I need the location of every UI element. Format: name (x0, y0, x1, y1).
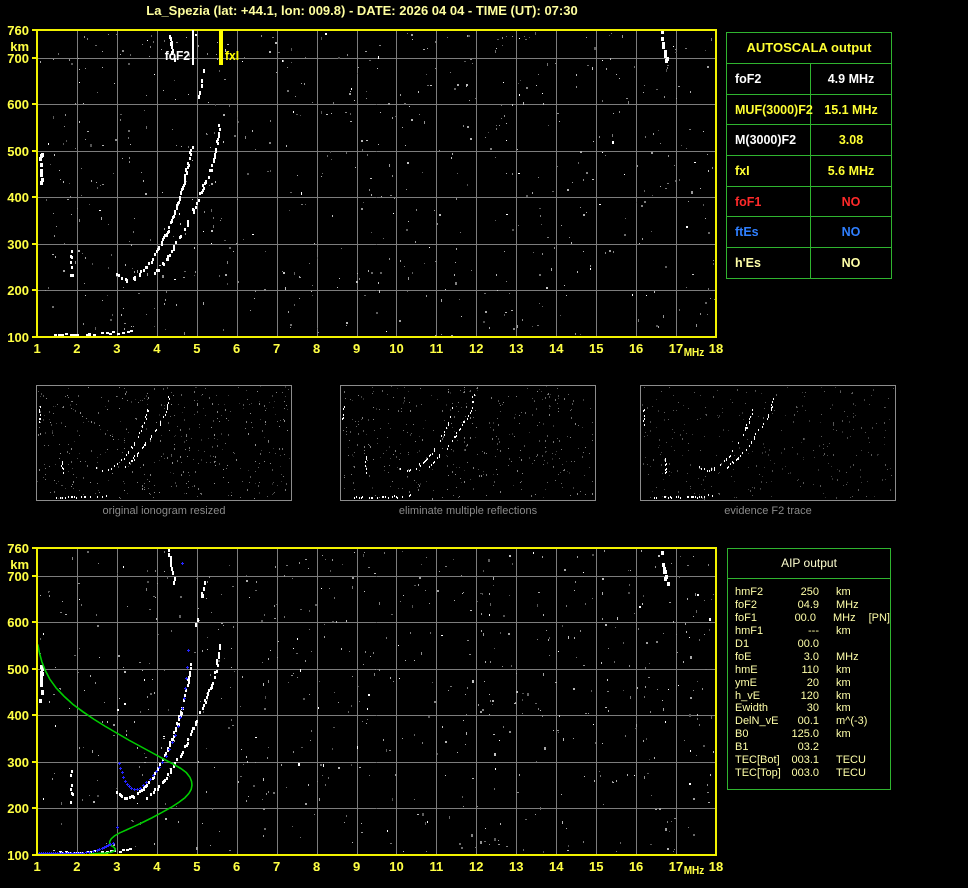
aip-row-label: ymE (735, 676, 757, 689)
aip-row-label: TEC[Top] (735, 767, 781, 780)
aip-row: TEC[Top] 003.0 TECU (728, 767, 890, 780)
aip-row-value: 110 (801, 663, 819, 676)
aip-row-value: 250 (800, 586, 819, 598)
aip-row-label: B1 (735, 741, 749, 754)
aip-row-label: foF2 (735, 598, 758, 611)
aip-row-unit: km (836, 624, 851, 637)
aip-row-value: 20 (806, 676, 819, 689)
aip-row-value: 125.0 (791, 728, 819, 741)
aip-table-rows: hmF2 250 km foF2 04.9 MHz foF1 00.0 MHz [PN] hmF1 -… (728, 579, 890, 780)
aip-row-unit: m^(-3) (836, 715, 868, 728)
aip-row: h_vE 120 km (728, 690, 890, 703)
aip-row-label: hmF2 (735, 586, 764, 598)
aip-row-unit: MHz (836, 650, 859, 663)
aip-row: hmE 110 km (728, 664, 890, 677)
autoscala-row-value: NO (841, 256, 861, 271)
aip-row-label: DelN_vE (735, 715, 779, 728)
autoscala-row-label: MUF(3000)F2 (727, 94, 813, 125)
aip-row-value: 04.9 (797, 598, 819, 611)
aip-row-label: TEC[Bot] (735, 754, 780, 767)
aip-row-label: hmE (735, 663, 758, 676)
aip-row-unit: km (836, 689, 851, 702)
autoscala-screen: La_Spezia (lat: +44.1, lon: 009.8) - DAT… (0, 0, 968, 888)
autoscala-row: h'Es NO (727, 248, 891, 279)
station-title: La_Spezia (lat: +44.1, lon: 009.8) - DAT… (146, 3, 578, 18)
autoscala-row-label: ftEs (727, 217, 811, 248)
aip-row-label: foF1 (735, 611, 758, 624)
aip-row-unit: MHz (832, 611, 856, 624)
aip-row: ymE 20 km (728, 677, 890, 690)
autoscala-row: MUF(3000)F2 15.1 MHz (727, 94, 891, 126)
aip-row-value: 00.0 (794, 611, 816, 624)
thumbnail-original-canvas (37, 386, 291, 500)
aip-row-extra: [PN] (868, 611, 890, 624)
aip-row-label: Ewidth (735, 702, 769, 715)
aip-output-table: AIP output hmF2 250 km foF2 04.9 MHz foF1 00.0 M… (727, 548, 891, 790)
thumbnail-eliminate-canvas (341, 386, 595, 500)
thumbnail-evidence-label: evidence F2 trace (724, 505, 812, 517)
aip-row-unit: TECU (836, 767, 866, 780)
aip-row: Ewidth 30 km (728, 702, 890, 715)
aip-row: D1 00.0 (728, 638, 890, 651)
aip-row: foF2 04.9 MHz (728, 599, 890, 612)
aip-row-unit: MHz (836, 598, 859, 611)
thumbnail-evidence-f2 (640, 385, 896, 501)
aip-table-title: AIP output (728, 549, 890, 579)
autoscala-row-value: NO (841, 225, 861, 240)
thumbnail-eliminate-label: eliminate multiple reflections (398, 505, 538, 517)
aip-row-unit: km (836, 702, 851, 715)
aip-row-value: 003.0 (791, 767, 819, 780)
aip-row-label: hmF1 (735, 624, 764, 637)
aip-row-label: B0 (735, 728, 749, 741)
bottom-ionogram-canvas (0, 538, 730, 888)
autoscala-row-label: foF1 (727, 186, 811, 217)
aip-row-unit: km (836, 676, 851, 689)
autoscala-row-label: h'Es (727, 248, 811, 279)
autoscala-row: foF2 4.9 MHz (727, 64, 891, 95)
thumbnail-original-label: original ionogram resized (102, 505, 226, 517)
aip-row-value: 00.1 (797, 715, 819, 728)
autoscala-row: foF1 NO (727, 186, 891, 218)
autoscala-row-label: fxI (727, 156, 811, 186)
aip-row: B0 125.0 km (728, 728, 890, 741)
autoscala-row-label: M(3000)F2 (727, 125, 811, 156)
autoscala-row-value: 3.08 (838, 133, 864, 148)
aip-row: hmF2 250 km (728, 586, 890, 599)
aip-row-unit: TECU (836, 754, 866, 767)
autoscala-row: ftEs NO (727, 217, 891, 249)
aip-row: hmF1 --- km (728, 625, 890, 638)
aip-row-value: 120 (800, 689, 819, 702)
aip-row-value: 03.2 (797, 741, 819, 754)
aip-row-label: h_vE (735, 689, 761, 702)
autoscala-row-value: NO (841, 194, 861, 209)
autoscala-row-value: 4.9 MHz (827, 72, 875, 86)
aip-row-label: foE (735, 650, 752, 663)
autoscala-table-title: AUTOSCALA output (727, 33, 891, 64)
thumbnail-original-ionogram (36, 385, 292, 501)
autoscala-row-value: 5.6 MHz (827, 164, 875, 179)
aip-row: foF1 00.0 MHz [PN] (728, 612, 890, 625)
aip-row-unit: km (836, 663, 851, 676)
aip-row-unit: km (836, 728, 851, 741)
autoscala-row-value: 15.1 MHz (824, 102, 878, 117)
thumbnail-eliminate-reflections (340, 385, 596, 501)
aip-row-label: D1 (735, 637, 750, 650)
aip-row: foE 3.0 MHz (728, 651, 890, 664)
aip-row-value: 00.0 (797, 637, 819, 650)
autoscala-row: fxI 5.6 MHz (727, 156, 891, 187)
autoscala-table-rows: foF2 4.9 MHz MUF(3000)F2 15.1 MHz M(3000)F2 3… (727, 64, 891, 279)
autoscala-output-table: AUTOSCALA output foF2 4.9 MHz MUF(3000)F2 1… (726, 32, 892, 279)
autoscala-row-label: foF2 (727, 64, 811, 94)
aip-row: B1 03.2 (728, 741, 890, 754)
aip-row-value: 30 (806, 702, 819, 715)
aip-row-value: --- (808, 624, 819, 637)
aip-row-value: 3.0 (803, 650, 819, 663)
aip-row: TEC[Bot] 003.1 TECU (728, 754, 890, 767)
aip-row-unit: km (836, 586, 851, 598)
autoscala-row: M(3000)F2 3.08 (727, 125, 891, 157)
thumbnail-evidence-canvas (641, 386, 895, 500)
aip-row: DelN_vE 00.1 m^(-3) (728, 715, 890, 728)
aip-row-value: 003.1 (791, 754, 819, 767)
top-ionogram-canvas (0, 20, 730, 370)
